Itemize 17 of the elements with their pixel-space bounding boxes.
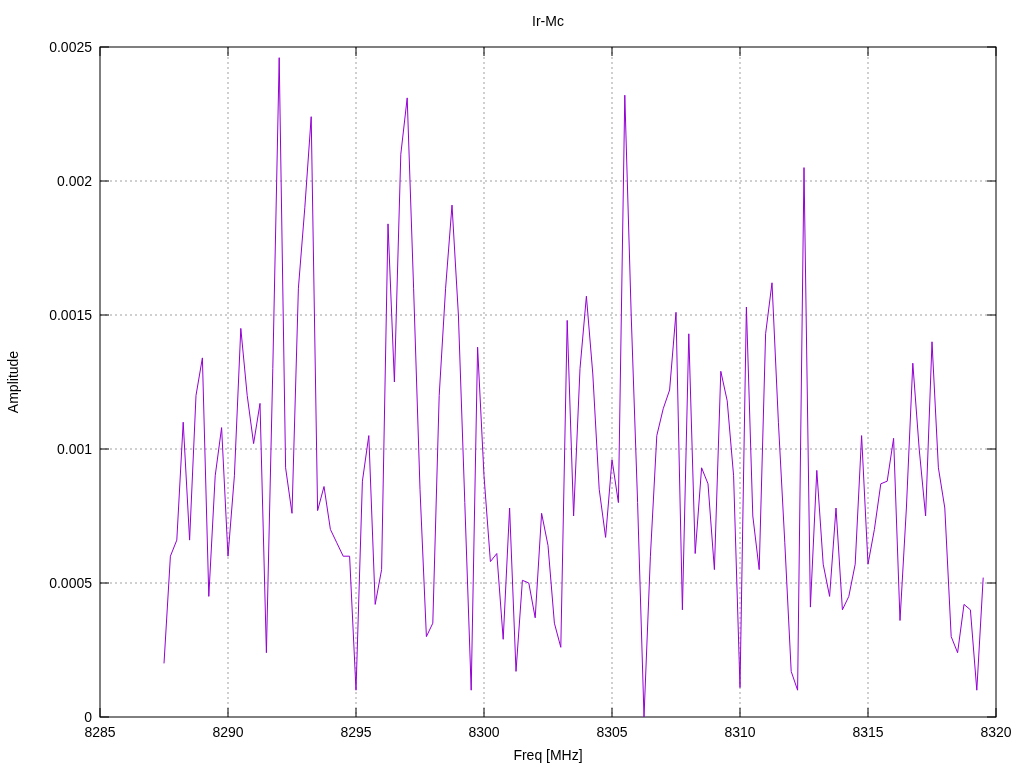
x-tick-label: 8320 xyxy=(980,724,1012,740)
x-axis-label: Freq [MHz] xyxy=(513,747,583,763)
x-tick-label: 8305 xyxy=(596,724,628,740)
x-tick-label: 8315 xyxy=(852,724,884,740)
y-tick-label: 0 xyxy=(84,709,92,725)
x-tick-label: 8310 xyxy=(724,724,756,740)
y-axis-label: Amplitude xyxy=(5,350,21,414)
x-tick-label: 8300 xyxy=(468,724,500,740)
y-tick-label: 0.0005 xyxy=(49,575,92,591)
y-tick-label: 0.002 xyxy=(56,173,92,189)
x-tick-label: 8295 xyxy=(340,724,372,740)
y-tick-label: 0.001 xyxy=(56,441,92,457)
x-tick-label: 8285 xyxy=(84,724,116,740)
chart-title: Ir-Mc xyxy=(532,13,564,29)
y-tick-label: 0.0015 xyxy=(49,307,92,323)
x-tick-label: 8290 xyxy=(212,724,244,740)
y-tick-label: 0.0025 xyxy=(49,39,92,55)
